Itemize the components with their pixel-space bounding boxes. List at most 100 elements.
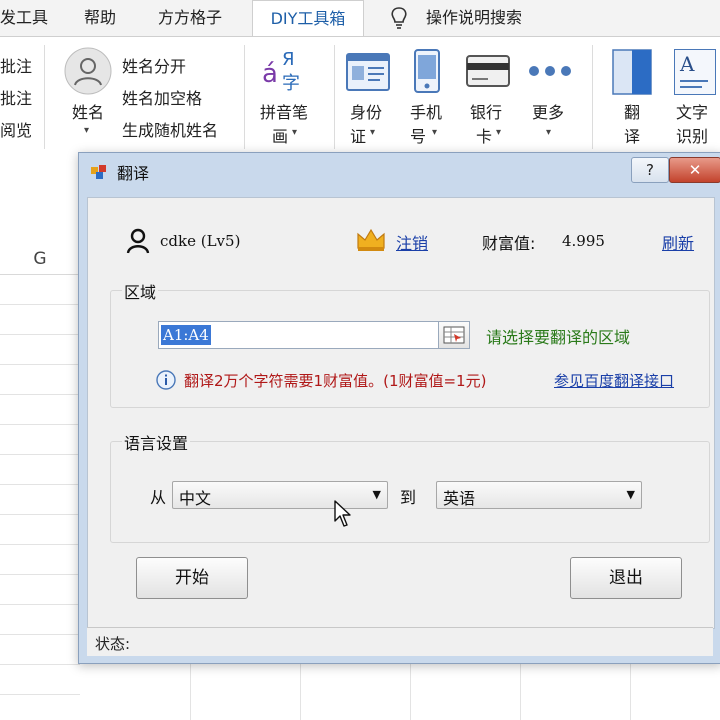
- bank-card-label-2[interactable]: 卡: [476, 123, 492, 147]
- source-language-select[interactable]: 中文 ▼: [172, 481, 388, 509]
- grid-line: [300, 659, 301, 720]
- user-name: cdke (Lv5): [160, 232, 241, 250]
- grid-line: [0, 484, 80, 485]
- grid-line: [0, 424, 80, 425]
- exit-button[interactable]: 退出: [570, 557, 682, 599]
- bank-card-label[interactable]: 银行: [470, 99, 502, 123]
- status-bar: 状态:: [87, 627, 713, 656]
- range-picker-button[interactable]: [438, 321, 470, 349]
- tab-developer-tools[interactable]: 发工具: [0, 0, 48, 36]
- grid-line: [0, 604, 80, 605]
- more-dots-icon: [529, 66, 571, 76]
- chevron-down-icon[interactable]: ▾: [292, 127, 297, 138]
- dialog-title: 翻译: [117, 164, 150, 183]
- info-text: 翻译2万个字符需要1财富值。(1财富值=1元): [184, 372, 487, 390]
- pinyin-button-label-2[interactable]: 画: [272, 123, 288, 147]
- name-add-space-item[interactable]: 姓名加空格: [122, 85, 202, 109]
- to-label: 到: [400, 488, 417, 507]
- grid-line: [410, 659, 411, 720]
- grid-line: [0, 634, 80, 635]
- chevron-down-icon[interactable]: ▾: [546, 127, 551, 138]
- id-card-label-2[interactable]: 证: [350, 123, 366, 147]
- grid-line: [0, 334, 80, 335]
- user-icon: [126, 228, 150, 254]
- range-input[interactable]: A1:A4: [158, 321, 442, 349]
- translate-dialog: 翻译 ? ✕ cdke (Lv5) 注销 财富值: 4.995 刷新 区域 A1…: [78, 152, 720, 664]
- grid-line: [0, 514, 80, 515]
- logout-link[interactable]: 注销: [396, 230, 428, 254]
- grid-line: [0, 454, 80, 455]
- chevron-down-icon: ▼: [626, 488, 635, 501]
- pinyin-icon: á Я 字: [262, 49, 300, 94]
- refresh-link[interactable]: 刷新: [662, 230, 694, 254]
- translate-label[interactable]: 翻: [624, 99, 640, 123]
- wealth-value: 4.995: [562, 232, 605, 250]
- name-split-item[interactable]: 姓名分开: [122, 53, 186, 77]
- from-label: 从: [150, 488, 167, 507]
- ribbon-separator: [334, 45, 335, 149]
- ocr-label-2[interactable]: 识别: [676, 123, 708, 147]
- close-button[interactable]: ✕: [669, 157, 720, 183]
- bank-card-icon: [466, 55, 510, 87]
- info-icon: [156, 370, 176, 390]
- range-input-value: A1:A4: [161, 325, 211, 345]
- mouse-cursor-icon: [334, 500, 351, 527]
- region-hint: 请选择要翻译的区域: [486, 328, 631, 347]
- column-header-g[interactable]: G: [0, 244, 80, 275]
- app-icon: [91, 165, 106, 179]
- ocr-label[interactable]: 文字: [676, 99, 708, 123]
- grid-line: [0, 304, 80, 305]
- chevron-down-icon[interactable]: ▾: [84, 125, 89, 136]
- start-button[interactable]: 开始: [136, 557, 248, 599]
- chevron-down-icon[interactable]: ▾: [496, 127, 501, 138]
- target-language-value: 英语: [443, 489, 476, 508]
- lightbulb-icon: [391, 7, 407, 29]
- id-card-label[interactable]: 身份: [350, 99, 382, 123]
- language-group-title: 语言设置: [122, 430, 191, 454]
- random-name-item[interactable]: 生成随机姓名: [122, 117, 218, 141]
- grid-line: [0, 364, 80, 365]
- phone-label-2[interactable]: 号: [410, 123, 426, 147]
- text-recognition-icon: A: [674, 49, 716, 95]
- grid-line: [0, 394, 80, 395]
- phone-label[interactable]: 手机: [410, 99, 442, 123]
- ribbon-separator: [244, 45, 245, 149]
- source-language-value: 中文: [179, 489, 212, 508]
- tab-diy-toolbox[interactable]: DIY工具箱: [252, 0, 364, 37]
- avatar-icon: [64, 47, 112, 95]
- grid-line: [630, 659, 631, 720]
- translate-icon: [612, 49, 652, 95]
- grid-line: [0, 574, 80, 575]
- baidu-api-link[interactable]: 参见百度翻译接口: [554, 370, 674, 391]
- grid-line: [0, 664, 80, 665]
- chevron-down-icon[interactable]: ▾: [370, 127, 375, 138]
- grid-line: [0, 544, 80, 545]
- name-button-label[interactable]: 姓名: [72, 99, 104, 123]
- ribbon-comment-item-1[interactable]: 批注: [0, 53, 32, 77]
- range-picker-icon: [443, 326, 465, 344]
- dialog-title-bar[interactable]: 翻译 ? ✕: [79, 153, 720, 189]
- tab-help[interactable]: 帮助: [84, 0, 116, 36]
- more-button-label[interactable]: 更多: [532, 99, 564, 123]
- chevron-down-icon[interactable]: ▾: [432, 127, 437, 138]
- ribbon-separator: [44, 45, 45, 149]
- grid-line: [520, 659, 521, 720]
- region-group-title: 区域: [122, 279, 159, 303]
- translate-label-2[interactable]: 译: [624, 123, 640, 147]
- chevron-down-icon: ▼: [372, 488, 381, 501]
- wealth-label: 财富值:: [482, 234, 536, 253]
- target-language-select[interactable]: 英语 ▼: [436, 481, 642, 509]
- pinyin-button-label[interactable]: 拼音笔: [260, 99, 308, 123]
- mobile-phone-icon: [414, 49, 440, 93]
- ribbon-comment-item-2[interactable]: 批注: [0, 85, 32, 109]
- ribbon-review-item[interactable]: 阅览: [0, 117, 32, 141]
- status-label: 状态:: [95, 635, 131, 653]
- ribbon-tab-bar: 发工具 帮助 方方格子 DIY工具箱 操作说明搜索: [0, 0, 720, 37]
- tab-fangfang-gezi[interactable]: 方方格子: [158, 0, 222, 36]
- ribbon-separator: [592, 45, 593, 149]
- crown-icon: [357, 228, 385, 251]
- tab-operation-search[interactable]: 操作说明搜索: [426, 0, 522, 36]
- help-button[interactable]: ?: [631, 157, 669, 183]
- dialog-content: cdke (Lv5) 注销 财富值: 4.995 刷新 区域 A1:A4 请选择…: [87, 197, 715, 629]
- ribbon-panel: 批注 批注 阅览 姓名 ▾ 姓名分开 姓名加空格 生成随机姓名 á Я 字 拼音…: [0, 36, 720, 156]
